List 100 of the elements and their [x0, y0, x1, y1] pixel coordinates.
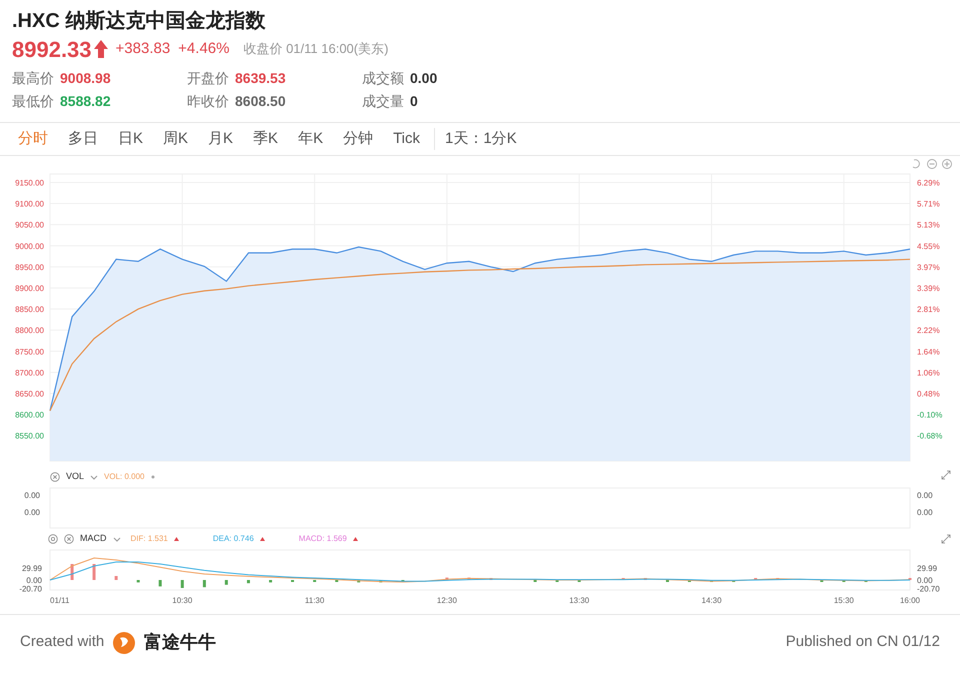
- settings-icon[interactable]: [48, 534, 58, 544]
- brand-logo-icon: [112, 630, 136, 654]
- y-axis-label: 9050.00: [15, 220, 44, 230]
- stat-label: 成交额: [362, 69, 404, 88]
- percent-axis-label: 1.64%: [917, 347, 940, 356]
- histogram-bar: [357, 580, 360, 582]
- stat-label: 成交量: [362, 92, 404, 111]
- time-axis-label: 12:30: [436, 596, 457, 605]
- indicator-reading: DEA: 0.746: [212, 533, 254, 545]
- created-with-text: Created with: [20, 632, 104, 652]
- histogram-bar: [269, 580, 272, 582]
- y-axis-label: 8600.00: [15, 410, 44, 420]
- volume-axis-label: 0.00: [917, 491, 933, 500]
- y-axis-label: 8850.00: [15, 305, 44, 314]
- histogram-bar: [246, 580, 250, 584]
- histogram-bar: [202, 580, 206, 588]
- time-axis-label: 01/11: [50, 596, 70, 605]
- up-arrow-icon: [94, 40, 108, 58]
- chart-tab[interactable]: Tick: [383, 128, 430, 150]
- percent-axis-label: 1.06%: [917, 368, 940, 378]
- caret-icon[interactable]: [112, 536, 120, 542]
- expand-icon[interactable]: [941, 534, 951, 544]
- volume-axis-label: 0.00: [24, 491, 40, 500]
- percent-axis-label: -0.10%: [917, 410, 942, 420]
- chart-tab[interactable]: 季K: [243, 128, 288, 150]
- histogram-bar: [224, 580, 228, 585]
- caret-icon[interactable]: [90, 474, 98, 480]
- stat-label: 最高价: [12, 69, 54, 88]
- chart-tab[interactable]: 分钟: [333, 128, 384, 150]
- percent-axis-label: 0.48%: [917, 389, 940, 398]
- histogram-bar: [114, 576, 118, 580]
- histogram-bar: [158, 580, 162, 586]
- y-axis-label: 8750.00: [15, 347, 44, 356]
- price-change: +383.83: [116, 38, 170, 59]
- close-icon[interactable]: [64, 534, 74, 544]
- chart-tab[interactable]: 日K: [108, 128, 154, 150]
- undo-icon[interactable]: [912, 159, 920, 168]
- histogram-bar: [92, 564, 96, 580]
- percent-axis-label: 2.22%: [917, 326, 940, 336]
- close-icon[interactable]: [50, 472, 60, 482]
- brand-name: 富途牛牛: [144, 631, 216, 654]
- time-axis-label: 16:00: [900, 596, 920, 605]
- y-axis-label: 8800.00: [15, 326, 44, 336]
- percent-change: +4.46%: [178, 38, 230, 59]
- percent-axis-label: -0.68%: [917, 432, 942, 441]
- percent-axis-label: 3.97%: [917, 262, 940, 272]
- y-axis-label: 8550.00: [15, 432, 44, 441]
- chart-tab[interactable]: 年K: [288, 128, 334, 150]
- histogram-bar: [445, 578, 448, 580]
- triangle-up-icon: [260, 537, 265, 541]
- indicator-reading: VOL: 0.000: [104, 471, 144, 483]
- y-axis-label: 9000.00: [15, 242, 44, 251]
- stat-value: 8639.53: [235, 69, 286, 88]
- time-axis-label: 14:30: [702, 596, 722, 605]
- time-axis-label: 15:30: [834, 596, 854, 605]
- close-status: 收盘价 01/11 16:00(美东): [243, 40, 388, 58]
- histogram-bar: [468, 578, 471, 580]
- indicator-name[interactable]: MACD: [80, 532, 106, 546]
- stat-value: 9008.98: [60, 69, 111, 88]
- histogram-bar: [70, 564, 74, 580]
- y-axis-label: 8650.00: [15, 389, 44, 398]
- y-axis-label: 9150.00: [15, 178, 44, 188]
- histogram-bar: [180, 580, 184, 588]
- percent-axis-label: 6.29%: [917, 178, 940, 188]
- indicator-name[interactable]: VOL: [66, 470, 84, 484]
- indicator-reading: MACD: 1.569: [298, 533, 347, 545]
- triangle-up-icon: [352, 537, 358, 541]
- percent-axis-label: 5.13%: [917, 220, 940, 230]
- chart-tab[interactable]: 月K: [198, 128, 244, 150]
- percent-axis-label: 2.81%: [917, 305, 940, 314]
- time-axis-label: 10:30: [172, 596, 192, 605]
- chart-tab[interactable]: 多日: [58, 128, 108, 150]
- macd-axis-label: -20.70: [19, 584, 42, 594]
- page-title: .HXC 纳斯达克中国金龙指数: [11, 9, 266, 34]
- macd-axis-label: 29.99: [917, 564, 938, 573]
- stat-value: 0.00: [410, 69, 438, 88]
- triangle-up-icon: [174, 537, 179, 541]
- expand-icon[interactable]: [941, 470, 951, 480]
- last-price: 8992.33: [12, 36, 92, 64]
- y-axis-label: 8700.00: [15, 368, 44, 378]
- y-axis-label: 9100.00: [15, 200, 44, 209]
- histogram-bar: [136, 580, 140, 582]
- macd-axis-label: 29.99: [22, 564, 42, 573]
- y-axis-label: 8950.00: [15, 262, 44, 272]
- macd-axis-label: 0.00: [26, 576, 42, 585]
- percent-axis-label: 3.39%: [917, 284, 940, 293]
- macd-axis-label: 0.00: [917, 576, 933, 585]
- time-axis-label: 11:30: [304, 596, 324, 605]
- percent-axis-label: 4.55%: [917, 242, 940, 251]
- interval-selector[interactable]: 1天：1分K: [434, 128, 517, 150]
- histogram-bar: [379, 580, 382, 582]
- stat-label: 开盘价: [187, 69, 229, 88]
- chart-tab[interactable]: 周K: [153, 128, 198, 150]
- zoom-in-icon[interactable]: [942, 159, 952, 169]
- dot-icon: [150, 475, 154, 479]
- zoom-out-icon[interactable]: [927, 159, 937, 169]
- volume-axis-label: 0.00: [917, 508, 933, 517]
- volume-axis-label: 0.00: [24, 508, 40, 517]
- indicator-reading: DIF: 1.531: [130, 533, 168, 545]
- published-text: Published on CN 01/12: [786, 632, 940, 652]
